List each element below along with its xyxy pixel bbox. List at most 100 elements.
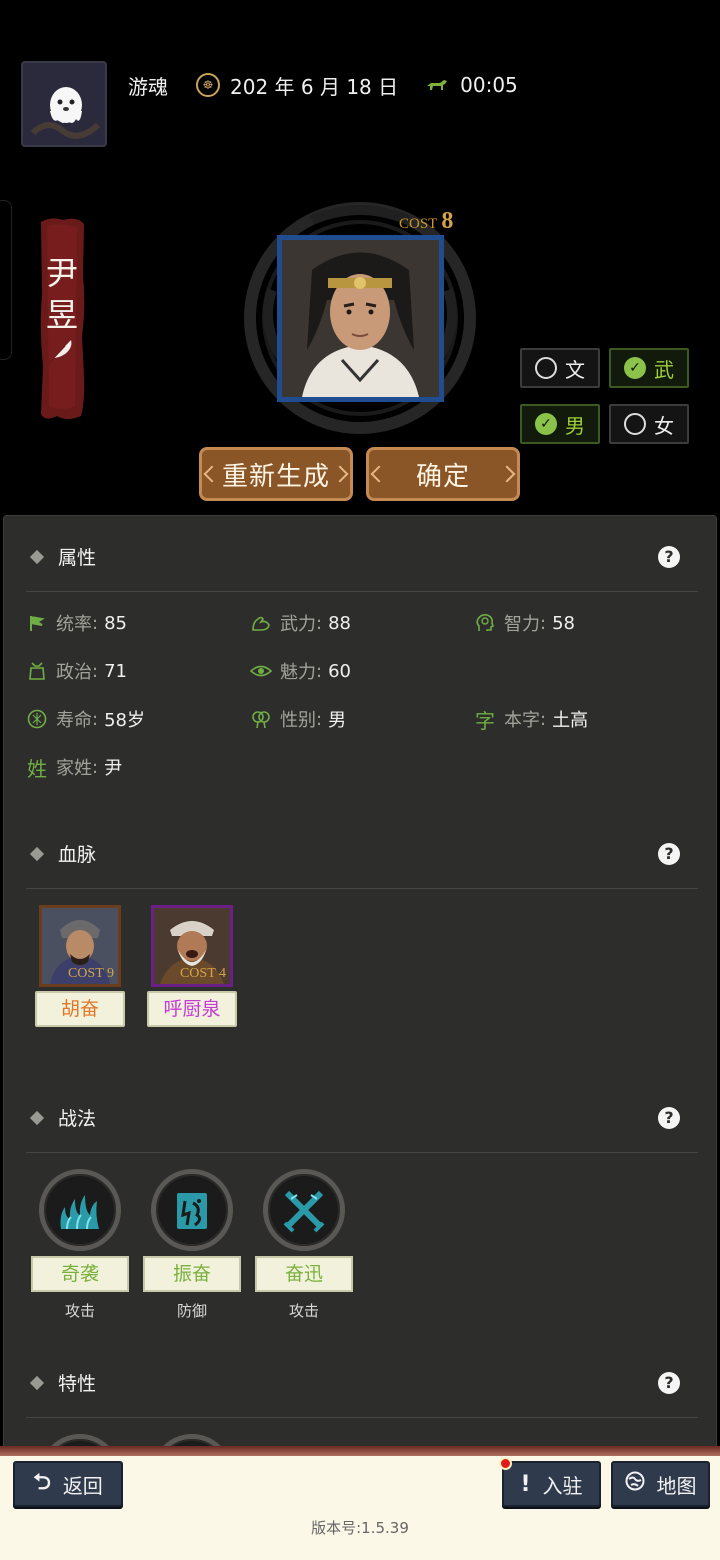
traits-header: 特性 ? <box>26 1348 698 1418</box>
option-female-label: 女 <box>654 413 674 438</box>
attr-colon: : <box>92 612 99 634</box>
attr-label: 家姓 <box>56 758 92 779</box>
attr-gender: 性别: 男 <box>250 703 346 735</box>
bloodline-card-huchuquan[interactable]: COST 4 <box>151 905 233 987</box>
game-date: 202 年 6 月 18 日 <box>230 74 399 99</box>
tactic-zhenfen[interactable] <box>151 1169 233 1251</box>
version-text: 版本号:1.5.39 <box>311 1519 409 1537</box>
option-military-label: 武 <box>654 357 674 382</box>
tactic-type-qixi: 攻击 <box>64 1302 95 1320</box>
bloodline-help-icon[interactable]: ? <box>658 842 680 865</box>
bottom-bar-border <box>0 1446 720 1456</box>
tactic-name-qixi[interactable]: 奇袭 <box>31 1256 129 1292</box>
attr-label: 性别 <box>280 710 316 731</box>
radio-unchecked-icon <box>535 357 557 379</box>
attr-family-name: 姓 家姓: 尹 <box>26 751 122 783</box>
option-military[interactable]: ✓ 武 <box>609 348 689 388</box>
tactic-fenxun[interactable] <box>263 1169 345 1251</box>
confirm-button[interactable]: 确定 <box>366 447 520 501</box>
attr-value: 男 <box>328 710 347 731</box>
attr-colon: : <box>316 612 323 634</box>
back-arrow-icon: ⮌ <box>33 1470 51 1495</box>
brain-icon <box>474 612 496 634</box>
regenerate-button[interactable]: 重新生成 <box>199 447 353 501</box>
attr-value: 88 <box>328 612 351 634</box>
game-time: 00:05 <box>460 73 518 97</box>
roar-icon <box>177 1193 207 1229</box>
regenerate-label: 重新生成 <box>221 461 330 492</box>
tactics-help-icon[interactable]: ? <box>658 1106 680 1129</box>
check-icon: ✓ <box>535 413 557 435</box>
ghost-icon <box>23 63 105 145</box>
bloodline-card-hufen[interactable]: COST 9 <box>39 905 121 987</box>
gender-icon <box>250 708 272 730</box>
bloodline-name-hufen[interactable]: 胡奋 <box>35 991 125 1027</box>
attr-label: 本字 <box>504 710 540 731</box>
attr-lifespan: 寿命:58岁 <box>26 703 145 735</box>
bloodline-name-huchuquan[interactable]: 呼厨泉 <box>147 991 237 1027</box>
notification-dot <box>499 1457 512 1470</box>
attributes-header: 属性 ? <box>26 522 698 592</box>
option-male[interactable]: ✓ 男 <box>520 404 600 444</box>
cost-label: COST <box>399 216 438 232</box>
radio-unchecked-icon <box>624 413 646 435</box>
settle-label: 入驻 <box>542 1473 583 1498</box>
tactic-qixi[interactable] <box>39 1169 121 1251</box>
lifespan-icon <box>26 708 48 730</box>
settle-button[interactable]: ! 入驻 <box>502 1461 601 1507</box>
attributes-help-icon[interactable]: ? <box>658 545 680 568</box>
attr-colon: : <box>92 708 99 730</box>
bloodline-title: 血脉 <box>58 844 97 866</box>
tactic-type-zhenfen: 防御 <box>176 1302 207 1320</box>
attr-label: 寿命 <box>56 710 92 731</box>
attr-label: 智力 <box>504 614 540 635</box>
player-name: 游魂 <box>128 74 168 99</box>
option-female[interactable]: 女 <box>609 404 689 444</box>
bloodline-cost: COST 9 <box>67 966 114 981</box>
exclamation-icon: ! <box>520 1471 531 1497</box>
attr-colon: : <box>540 612 547 634</box>
calendar-icon: ☸ <box>196 73 220 97</box>
general-name: 尹 昱 <box>37 252 87 336</box>
attr-value: 85 <box>104 612 127 634</box>
back-label: 返回 <box>62 1473 103 1498</box>
diamond-icon <box>29 1375 45 1390</box>
side-drawer-handle[interactable] <box>0 200 12 360</box>
general-portrait[interactable] <box>277 235 444 402</box>
horse-icon <box>427 80 448 90</box>
attr-label: 统率 <box>56 614 92 635</box>
attr-colon: : <box>540 708 547 730</box>
eye-icon <box>250 660 272 682</box>
tactic-name-zhenfen[interactable]: 振奋 <box>143 1256 241 1292</box>
map-button[interactable]: 地图 <box>611 1461 710 1507</box>
cost-value: 8 <box>441 208 454 234</box>
general-name-char-2: 昱 <box>45 296 78 334</box>
details-panel[interactable]: 属性 ? 统率:85 武力:88 智力:58 政治:71 魅力:60 寿命:58… <box>3 515 717 1460</box>
back-button[interactable]: ⮌ 返回 <box>13 1461 123 1507</box>
attr-colon: : <box>316 708 323 730</box>
attr-colon: : <box>92 660 99 682</box>
option-civil[interactable]: 文 <box>520 348 600 388</box>
traits-help-icon[interactable]: ? <box>658 1371 680 1394</box>
attr-value: 58 <box>552 612 575 634</box>
attr-value: 58岁 <box>104 710 145 731</box>
seal-icon <box>26 660 48 682</box>
bloodline-cost: COST 4 <box>179 966 226 981</box>
status-row: 游魂 ☸ 202 年 6 月 18 日 00:05 <box>128 70 518 100</box>
bloodline-header: 血脉 ? <box>26 819 698 889</box>
tactic-name-fenxun[interactable]: 奋迅 <box>255 1256 353 1292</box>
general-cost: COST 8 <box>399 208 453 235</box>
arm-icon <box>250 612 272 634</box>
diamond-icon <box>29 549 45 564</box>
option-male-label: 男 <box>565 413 585 438</box>
player-avatar[interactable] <box>21 61 107 147</box>
attr-charm: 魅力:60 <box>250 655 351 687</box>
confirm-label: 确定 <box>415 461 470 492</box>
attr-value: 71 <box>104 660 127 682</box>
attr-politics: 政治:71 <box>26 655 127 687</box>
attributes-title: 属性 <box>58 547 97 569</box>
tactic-type-fenxun: 攻击 <box>288 1302 319 1320</box>
warrior-portrait-image <box>282 240 439 397</box>
attr-label: 政治 <box>56 662 92 683</box>
attr-label: 武力 <box>280 614 316 635</box>
